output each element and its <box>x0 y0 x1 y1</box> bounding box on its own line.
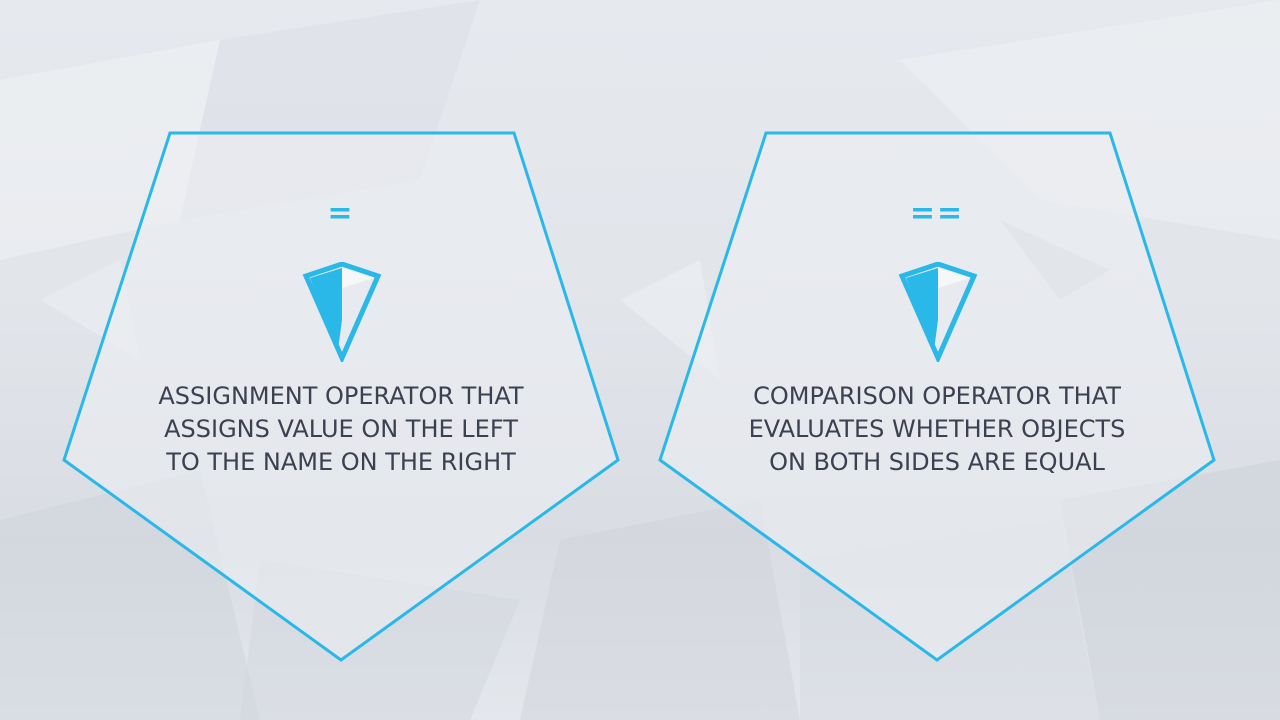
description-line: ON BOTH SIDES ARE EQUAL <box>769 448 1105 476</box>
operator-description: ASSIGNMENT OPERATOR THAT ASSIGNS VALUE O… <box>121 380 561 479</box>
diamond-icon <box>898 262 978 362</box>
operator-symbol: == <box>909 196 965 231</box>
operator-symbol: = <box>327 196 355 231</box>
assignment-operator-card: = ASSIGNMENT OPERATOR THAT ASSIGNS VALUE… <box>0 0 640 720</box>
diamond-icon <box>302 262 382 362</box>
description-line: ASSIGNS VALUE ON THE LEFT <box>164 415 518 443</box>
operator-description: COMPARISON OPERATOR THAT EVALUATES WHETH… <box>717 380 1157 479</box>
description-line: COMPARISON OPERATOR THAT <box>753 382 1121 410</box>
comparison-operator-card: == COMPARISON OPERATOR THAT EVALUATES WH… <box>596 0 1236 720</box>
description-line: EVALUATES WHETHER OBJECTS <box>748 415 1126 443</box>
description-line: ASSIGNMENT OPERATOR THAT <box>158 382 524 410</box>
description-line: TO THE NAME ON THE RIGHT <box>166 448 516 476</box>
